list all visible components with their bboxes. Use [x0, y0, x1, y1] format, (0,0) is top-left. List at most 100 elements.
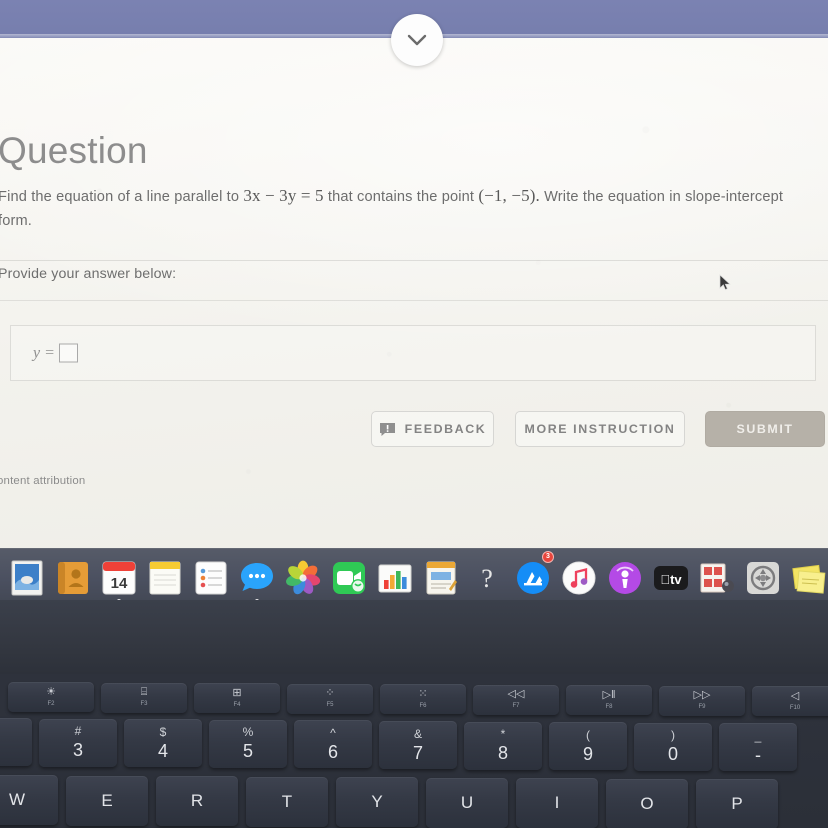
- answer-variable-label: y: [33, 344, 41, 361]
- dock-item-music[interactable]: [556, 552, 602, 598]
- dock-item-apple-tv[interactable]: tv: [648, 552, 694, 598]
- dock-item-calendar[interactable]: 14: [96, 552, 142, 600]
- macos-dock[interactable]: 14 ? 3 tv: [0, 548, 828, 600]
- svg-text:tv: tv: [660, 572, 682, 587]
- key-f5[interactable]: ⁘ F5: [287, 683, 373, 714]
- feedback-button[interactable]: FEEDBACK: [371, 411, 494, 447]
- key-glyph: ⁘: [325, 687, 335, 700]
- key-4[interactable]: $4: [124, 719, 202, 768]
- laptop-screen: Question Find the equation of a line par…: [0, 0, 828, 548]
- question-text-mid: that contains the point: [323, 189, 479, 205]
- key-f4[interactable]: ⊞ F4: [194, 683, 280, 714]
- key--[interactable]: _ -: [719, 723, 797, 772]
- key-3[interactable]: #3: [39, 718, 117, 767]
- key-p[interactable]: P: [696, 779, 778, 828]
- question-text: Find the equation of a line parallel to …: [0, 184, 820, 233]
- dock-item-podcasts[interactable]: [602, 552, 648, 598]
- dock-item-facetime[interactable]: [326, 552, 372, 598]
- key-main-glyph: 7: [412, 742, 423, 763]
- key-shift-glyph: _: [754, 728, 762, 743]
- key-9[interactable]: (9: [549, 722, 627, 771]
- more-instruction-button[interactable]: MORE INSTRUCTION: [515, 411, 685, 447]
- key-f10[interactable]: ◁ F10: [752, 686, 828, 717]
- divider: [0, 300, 828, 301]
- key-shift-glyph: &: [413, 726, 422, 741]
- key-label: F4: [233, 701, 241, 708]
- laptop-body: ☀F2⌸F3⊞F4⁘F5⁙F6◁◁F7▷ǁF8▷▷F9◁F10@2#3$4%5^…: [0, 600, 828, 828]
- question-point: (−1, −5).: [478, 186, 540, 205]
- photo-grain-overlay: [0, 38, 828, 548]
- key-shift-glyph: %: [242, 725, 254, 740]
- key-f2[interactable]: ☀ F2: [8, 682, 94, 712]
- key-o[interactable]: O: [606, 778, 688, 828]
- key-i[interactable]: I: [516, 778, 598, 828]
- key-t[interactable]: T: [246, 776, 328, 827]
- dock-item-photos[interactable]: [280, 552, 326, 598]
- key-glyph: ▷▷: [693, 689, 711, 702]
- key-shift-glyph: ^: [330, 725, 336, 740]
- feedback-button-label: FEEDBACK: [404, 422, 487, 436]
- key-5[interactable]: % 5: [209, 719, 287, 768]
- key-label: F2: [47, 700, 55, 707]
- equals-sign: =: [45, 344, 55, 361]
- answer-entry-area[interactable]: y =: [10, 325, 816, 381]
- key-r[interactable]: R: [156, 776, 238, 826]
- key-main-glyph: 4: [157, 740, 168, 761]
- svg-text:?: ?: [481, 564, 493, 593]
- key-glyph: ☀: [46, 685, 56, 698]
- key-e[interactable]: E: [66, 775, 148, 826]
- key-glyph: ⁙: [418, 687, 428, 700]
- key-2[interactable]: @2: [0, 718, 32, 766]
- key-f3[interactable]: ⌸ F3: [101, 682, 187, 713]
- key-0[interactable]: ) 0: [634, 722, 712, 771]
- key-f9[interactable]: ▷▷ F9: [659, 685, 745, 716]
- page-title: Question: [0, 130, 148, 171]
- answer-input[interactable]: [59, 343, 79, 363]
- laptop-hinge: [0, 600, 828, 674]
- content-attribution-link[interactable]: ontent attribution: [0, 475, 85, 487]
- collapse-panel-button[interactable]: [391, 14, 443, 66]
- key-main-glyph: 5: [242, 741, 253, 762]
- mouse-pointer-icon: [719, 274, 732, 297]
- question-text-pre: Find the equation of a line parallel to: [0, 189, 244, 205]
- divider: [0, 260, 828, 261]
- key-w[interactable]: W: [0, 775, 58, 825]
- key-main-glyph: 0: [667, 744, 678, 765]
- key-f7[interactable]: ◁◁ F7: [473, 684, 559, 715]
- key-main-glyph: 8: [497, 743, 508, 764]
- key-label: F5: [326, 702, 334, 709]
- key-f8[interactable]: ▷ǁ F8: [566, 685, 652, 716]
- key-glyph: ◁: [790, 689, 800, 702]
- key-shift-glyph: #: [74, 724, 82, 739]
- dock-item-stickies[interactable]: [786, 552, 828, 598]
- dock-item-preview[interactable]: [4, 552, 50, 598]
- dock-item-notes[interactable]: [142, 552, 188, 598]
- submit-button[interactable]: SUBMIT: [705, 411, 825, 447]
- key-label: F7: [512, 703, 520, 710]
- dock-item-messages[interactable]: [234, 552, 280, 600]
- dock-item-help[interactable]: ?: [464, 552, 510, 598]
- submit-button-label: SUBMIT: [736, 422, 794, 436]
- key-shift-glyph: (: [586, 727, 590, 742]
- dock-item-numbers[interactable]: [372, 552, 418, 598]
- key-f6[interactable]: ⁙ F6: [380, 684, 466, 715]
- key-8[interactable]: * 8: [464, 721, 542, 770]
- feedback-bubble-icon: [379, 422, 396, 437]
- key-main-glyph: 9: [582, 743, 593, 764]
- dock-item-contacts[interactable]: [50, 552, 96, 598]
- key-u[interactable]: U: [426, 777, 508, 828]
- key-y[interactable]: Y: [336, 777, 418, 827]
- key-6[interactable]: ^ 6: [294, 720, 372, 769]
- key-shift-glyph: *: [500, 727, 506, 742]
- dock-item-reminders[interactable]: [188, 552, 234, 598]
- more-instruction-button-label: MORE INSTRUCTION: [524, 422, 676, 436]
- app-store-badge: 3: [542, 550, 554, 563]
- dock-item-app-store[interactable]: 3: [510, 550, 556, 598]
- key-7[interactable]: & 7: [379, 721, 457, 769]
- key-label: F3: [140, 701, 148, 708]
- dock-item-system-preferences[interactable]: [740, 552, 786, 598]
- provide-answer-label: Provide your answer below:: [0, 266, 177, 282]
- dock-item-photo-booth[interactable]: [694, 552, 740, 598]
- chevron-down-icon: [407, 34, 427, 47]
- dock-item-pages[interactable]: [418, 552, 464, 598]
